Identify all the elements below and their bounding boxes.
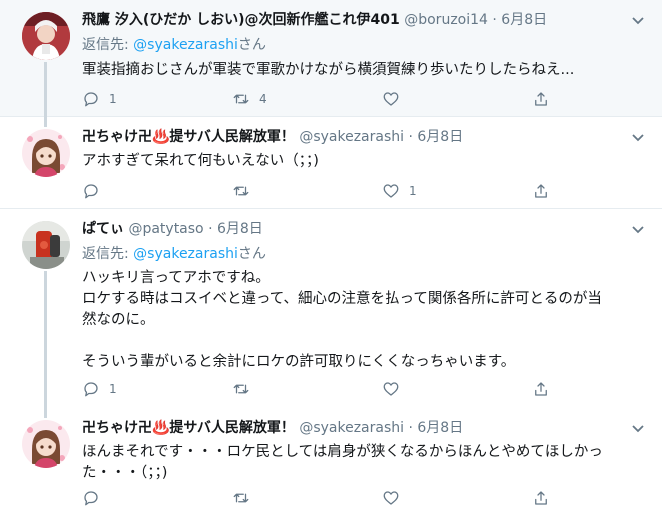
- reply-icon: [84, 491, 98, 506]
- share-icon: [535, 92, 547, 106]
- tweet-text: 軍装指摘おじさんが軍装で軍歌かけながら横須賀練り歩いたりしたらねえ...: [82, 62, 575, 78]
- tweet-actions: 1: [82, 181, 562, 201]
- share-icon: [535, 382, 547, 396]
- reply-button[interactable]: 1: [82, 379, 117, 399]
- mention-link[interactable]: @syakezarashi: [133, 37, 238, 53]
- tweet-text: ハッキリ言ってアホですね。 ロケする時はコスイベと違って、細心の注意を払って関係…: [82, 270, 602, 370]
- retweet-icon: [233, 186, 249, 196]
- thread-line: [44, 271, 47, 408]
- share-button[interactable]: [532, 89, 550, 109]
- like-button[interactable]: 1: [382, 181, 417, 201]
- chevron-down-icon[interactable]: [628, 127, 648, 147]
- tweet-item[interactable]: 卍ちゃけ卍♨️提サバ人民解放軍！ @syakezarashi · 6月8日 アホ…: [0, 117, 662, 209]
- share-button[interactable]: [532, 181, 550, 201]
- reply-button[interactable]: [82, 181, 109, 201]
- display-name[interactable]: 卍ちゃけ卍♨️提サバ人民解放軍！: [82, 129, 295, 145]
- tweet-item[interactable]: ぱてぃ @patytaso · 6月8日 返信先: @syakezarashiさ…: [0, 209, 662, 408]
- avatar[interactable]: [22, 221, 70, 269]
- tweet-header: 飛鷹 汐入(ひだか しおい)@次回新作艦これ伊401 @boruzoi14 · …: [82, 10, 622, 30]
- display-name[interactable]: ぱてぃ: [82, 221, 124, 237]
- retweet-icon: [233, 493, 249, 503]
- display-name[interactable]: 飛鷹 汐入(ひだか しおい)@次回新作艦これ伊401: [82, 12, 400, 28]
- tweet-date[interactable]: 6月8日: [417, 420, 463, 436]
- like-button[interactable]: [382, 379, 409, 399]
- heart-icon: [383, 92, 399, 106]
- tweet-date[interactable]: 6月8日: [501, 12, 547, 28]
- user-handle[interactable]: @patytaso: [128, 221, 203, 237]
- tweet-header: ぱてぃ @patytaso · 6月8日: [82, 219, 622, 239]
- like-button[interactable]: [382, 89, 409, 109]
- chevron-down-icon[interactable]: [628, 219, 648, 239]
- thread-line: [44, 117, 47, 127]
- reply-to-suffix: さん: [237, 37, 266, 53]
- share-icon: [535, 491, 547, 505]
- share-button[interactable]: [532, 488, 550, 508]
- tweet-item[interactable]: 飛鷹 汐入(ひだか しおい)@次回新作艦これ伊401 @boruzoi14 · …: [0, 0, 662, 117]
- tweet-header: 卍ちゃけ卍♨️提サバ人民解放軍！ @syakezarashi · 6月8日: [82, 127, 622, 147]
- mention-link[interactable]: @syakezarashi: [133, 246, 238, 262]
- reply-to-line: 返信先: @syakezarashiさん: [82, 35, 266, 55]
- separator-dot: ·: [408, 129, 413, 145]
- reply-icon: [84, 184, 98, 199]
- tweet-actions: 1: [82, 379, 562, 399]
- reply-button[interactable]: [82, 488, 109, 508]
- reply-button[interactable]: 1: [82, 89, 117, 109]
- chevron-down-icon[interactable]: [628, 418, 648, 438]
- tweet-date[interactable]: 6月8日: [217, 221, 263, 237]
- retweet-icon: [233, 384, 249, 394]
- heart-icon: [383, 382, 399, 396]
- thread-line: [44, 408, 47, 418]
- avatar[interactable]: [22, 420, 70, 468]
- tweet-text: ほんまそれです・・・ロケ民としては肩身が狭くなるからほんとやめてほしかっ た・・…: [82, 444, 603, 481]
- like-button[interactable]: [382, 488, 409, 508]
- reply-icon: [84, 382, 98, 397]
- heart-icon: [383, 491, 399, 505]
- tweet-item[interactable]: 卍ちゃけ卍♨️提サバ人民解放軍！ @syakezarashi · 6月8日 ほん…: [0, 408, 662, 516]
- heart-icon: [383, 184, 399, 198]
- reply-icon: [84, 92, 98, 107]
- reply-to-line: 返信先: @syakezarashiさん: [82, 244, 266, 264]
- separator-dot: ·: [408, 420, 413, 436]
- like-count: 1: [409, 184, 417, 198]
- avatar[interactable]: [22, 129, 70, 177]
- retweet-button[interactable]: [232, 488, 259, 508]
- avatar[interactable]: [22, 12, 70, 60]
- reply-to-prefix: 返信先:: [82, 246, 134, 262]
- user-handle[interactable]: @syakezarashi: [299, 420, 404, 436]
- tweet-date[interactable]: 6月8日: [417, 129, 463, 145]
- reply-to-prefix: 返信先:: [82, 37, 134, 53]
- retweet-count: 4: [259, 92, 267, 106]
- user-handle[interactable]: @boruzoi14: [404, 12, 488, 28]
- reply-count: 1: [109, 382, 117, 396]
- separator-dot: ·: [492, 12, 497, 28]
- retweet-button[interactable]: [232, 181, 259, 201]
- share-button[interactable]: [532, 379, 550, 399]
- reply-count: 1: [109, 92, 117, 106]
- tweet-actions: 1 4: [82, 89, 562, 109]
- retweet-icon: [233, 94, 249, 104]
- thread-line: [44, 62, 47, 117]
- share-icon: [535, 184, 547, 198]
- user-handle[interactable]: @syakezarashi: [299, 129, 404, 145]
- tweet-header: 卍ちゃけ卍♨️提サバ人民解放軍！ @syakezarashi · 6月8日: [82, 418, 622, 438]
- reply-to-suffix: さん: [237, 246, 266, 262]
- retweet-button[interactable]: [232, 379, 259, 399]
- chevron-down-icon[interactable]: [628, 10, 648, 30]
- retweet-button[interactable]: 4: [232, 89, 267, 109]
- tweet-text: アホすぎて呆れて何もいえない（；；): [82, 153, 319, 169]
- display-name[interactable]: 卍ちゃけ卍♨️提サバ人民解放軍！: [82, 420, 295, 436]
- tweet-actions: [82, 488, 562, 508]
- separator-dot: ·: [208, 221, 213, 237]
